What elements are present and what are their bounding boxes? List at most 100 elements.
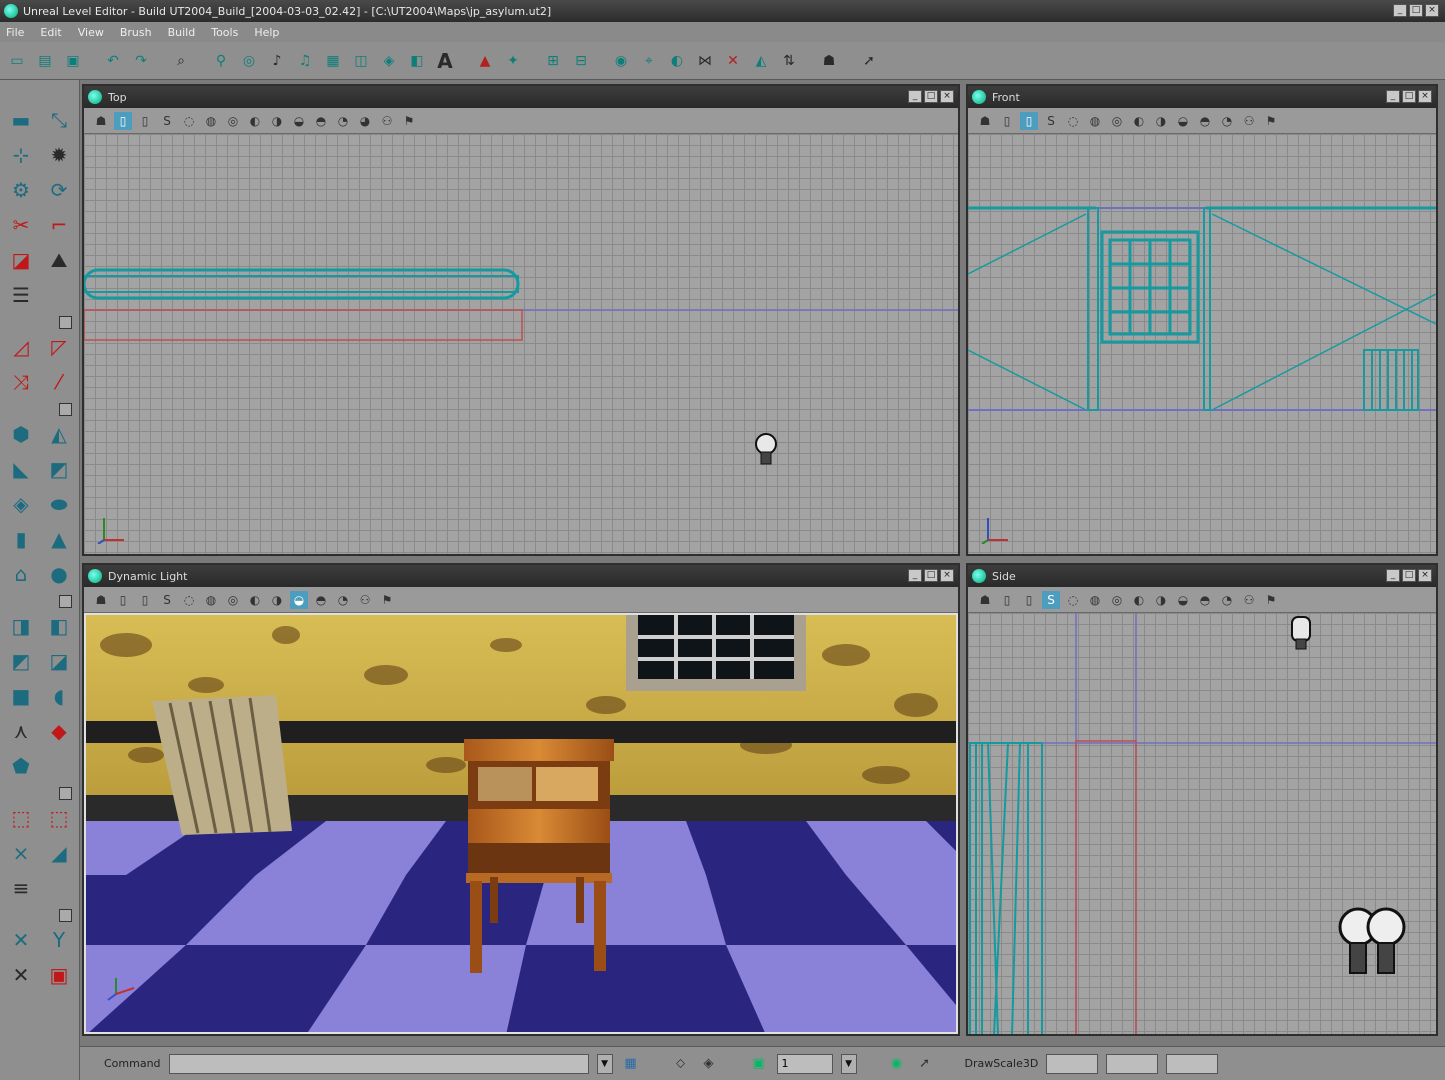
textured-icon[interactable]: ◐ xyxy=(1130,591,1148,609)
minimize-button[interactable]: _ xyxy=(1386,569,1400,582)
volumetric-brush-icon[interactable]: ⬬ xyxy=(42,488,76,520)
wireframe-icon[interactable]: ◌ xyxy=(1064,591,1082,609)
minimize-button[interactable]: _ xyxy=(908,90,922,103)
curved-stair-icon[interactable]: ◩ xyxy=(42,453,76,485)
menu-view[interactable]: View xyxy=(78,26,104,39)
log-window-icon[interactable]: ▦ xyxy=(621,1054,641,1074)
show-flags-icon[interactable]: ⚑ xyxy=(378,591,396,609)
close-button[interactable]: × xyxy=(940,569,954,582)
linear-stair-icon[interactable]: ◣ xyxy=(4,453,38,485)
view-top-button[interactable]: ▯ xyxy=(114,111,132,130)
depth-icon[interactable]: ◔ xyxy=(334,112,352,130)
csg-deintersect-icon[interactable]: ◪ xyxy=(42,645,76,677)
flip-y-icon[interactable]: Y xyxy=(42,924,76,956)
maximize-button[interactable]: □ xyxy=(1402,569,1416,582)
actor-lock-icon[interactable]: ☗ xyxy=(976,591,994,609)
camera-move-icon[interactable]: ▬ xyxy=(4,104,38,136)
search-actors-icon[interactable]: ⌕ xyxy=(170,50,192,72)
add-volume-icon[interactable]: ◖ xyxy=(42,680,76,712)
section-collapse-icon-2[interactable] xyxy=(4,401,78,416)
flip-x-icon[interactable]: ✕ xyxy=(4,924,38,956)
grid-size-field[interactable] xyxy=(776,1053,833,1074)
dynamic-light-icon[interactable]: ◒ xyxy=(1174,112,1192,130)
wireframe-icon[interactable]: ◌ xyxy=(1064,112,1082,130)
viewport-menu-icon[interactable] xyxy=(972,569,986,583)
zone-icon[interactable]: ◍ xyxy=(1086,591,1104,609)
command-input[interactable] xyxy=(168,1053,589,1074)
maximize-button[interactable]: □ xyxy=(1409,4,1423,17)
show-flags-icon[interactable]: ⚑ xyxy=(400,112,418,130)
build-all-icon[interactable]: ⊟ xyxy=(570,50,592,72)
play-level-icon[interactable]: ◉ xyxy=(610,50,632,72)
dynamic-light-icon[interactable]: ◒ xyxy=(1174,591,1192,609)
build-paths-icon[interactable]: ⊞ xyxy=(542,50,564,72)
maximize-button[interactable]: □ xyxy=(1402,90,1416,103)
viewport-menu-icon[interactable] xyxy=(972,90,986,104)
view-front-button[interactable]: ▯ xyxy=(136,112,154,130)
depth-icon[interactable]: ◔ xyxy=(1218,591,1236,609)
lit-icon[interactable]: ◑ xyxy=(1152,112,1170,130)
clip-segment-icon[interactable]: ◿ xyxy=(4,331,38,363)
viewport-canvas[interactable] xyxy=(968,613,1436,1034)
view-front-button[interactable]: ▯ xyxy=(136,591,154,609)
pointer-tool-icon[interactable]: ➚ xyxy=(858,50,880,72)
matinee-mode-icon[interactable]: ☰ xyxy=(4,279,38,311)
sphere-brush-icon[interactable]: ● xyxy=(42,558,76,590)
section-collapse-icon[interactable] xyxy=(4,314,78,329)
textured-icon[interactable]: ◐ xyxy=(246,591,264,609)
view-front-button[interactable]: ▯ xyxy=(1020,591,1038,609)
unlit-icon[interactable]: ◓ xyxy=(1196,112,1214,130)
zone-icon[interactable]: ◍ xyxy=(1086,112,1104,130)
cone-brush-icon[interactable]: ◭ xyxy=(42,418,76,450)
depth-icon[interactable]: ◔ xyxy=(334,591,352,609)
section-collapse-icon-3[interactable] xyxy=(4,593,78,608)
add-special-brush-icon[interactable]: ■ xyxy=(4,680,38,712)
menu-build[interactable]: Build xyxy=(168,26,196,39)
show-all-icon[interactable]: ◢ xyxy=(42,837,76,869)
sheet-brush-icon[interactable]: ◈ xyxy=(4,488,38,520)
realtime-preview-icon[interactable]: ⚇ xyxy=(1240,591,1258,609)
bsp-icon[interactable]: ◎ xyxy=(224,112,242,130)
close-button[interactable]: × xyxy=(1418,90,1432,103)
wireframe-icon[interactable]: ◌ xyxy=(180,112,198,130)
ruler-icon[interactable]: ⇅ xyxy=(778,50,800,72)
dynamic-light-icon[interactable]: ◒ xyxy=(290,590,308,609)
texture-rotate-icon[interactable]: ⟳ xyxy=(42,174,76,206)
view-side-button[interactable]: S xyxy=(1042,112,1060,130)
matinee-icon[interactable]: ⋈ xyxy=(694,50,716,72)
view-side-button[interactable]: S xyxy=(158,112,176,130)
lighting-only-icon[interactable]: ◕ xyxy=(356,112,374,130)
visibility-icon[interactable]: ◐ xyxy=(666,50,688,72)
close-button[interactable]: × xyxy=(1425,4,1439,17)
music-browser-icon[interactable]: ♪ xyxy=(266,50,288,72)
clip-split-icon[interactable]: ◸ xyxy=(42,331,76,363)
view-side-button[interactable]: S xyxy=(158,591,176,609)
maximize-button[interactable]: □ xyxy=(924,569,938,582)
build-lighting-icon[interactable]: ✦ xyxy=(502,50,524,72)
close-button[interactable]: × xyxy=(1418,569,1432,582)
csg-subtract-icon[interactable]: ◧ xyxy=(42,610,76,642)
unlit-icon[interactable]: ◓ xyxy=(312,591,330,609)
dynamic-light-icon[interactable]: ◒ xyxy=(290,112,308,130)
viewport-perspective[interactable]: Dynamic Light _ □ × ☗ ▯ ▯ S ◌ ◍ ◎ ◐ ◑ ◒ … xyxy=(82,563,960,1036)
unlit-icon[interactable]: ◓ xyxy=(312,112,330,130)
minimize-button[interactable]: _ xyxy=(1393,4,1407,17)
close-button[interactable]: × xyxy=(940,90,954,103)
static-mesh-browser-icon[interactable]: ◧ xyxy=(406,50,428,72)
view-top-button[interactable]: ▯ xyxy=(114,591,132,609)
prefab-browser-icon[interactable]: ◈ xyxy=(378,50,400,72)
viewport-top[interactable]: Top _ □ × ☗ ▯ ▯ S ◌ ◍ ◎ ◐ ◑ ◒ ◓ ◔ ◕ ⚇ ⚑ xyxy=(82,84,960,556)
camera-speed-icon[interactable]: ▣ xyxy=(42,959,76,991)
lit-icon[interactable]: ◑ xyxy=(1152,591,1170,609)
bsp-icon[interactable]: ◎ xyxy=(1108,591,1126,609)
mirror-icon[interactable]: ≡ xyxy=(4,872,38,904)
actor-lock-icon[interactable]: ☗ xyxy=(92,591,110,609)
select-none-icon[interactable]: ⬚ xyxy=(42,802,76,834)
rotate-icon[interactable]: ✹ xyxy=(42,139,76,171)
redo-icon[interactable]: ↷ xyxy=(130,50,152,72)
build-geometry-icon[interactable]: ▲ xyxy=(474,50,496,72)
cylinder-brush-icon[interactable]: ▮ xyxy=(4,523,38,555)
textured-icon[interactable]: ◐ xyxy=(246,112,264,130)
add-mover-icon[interactable]: ⋏ xyxy=(4,715,38,747)
terrain-edit-icon[interactable]: ⛰ xyxy=(42,244,76,276)
